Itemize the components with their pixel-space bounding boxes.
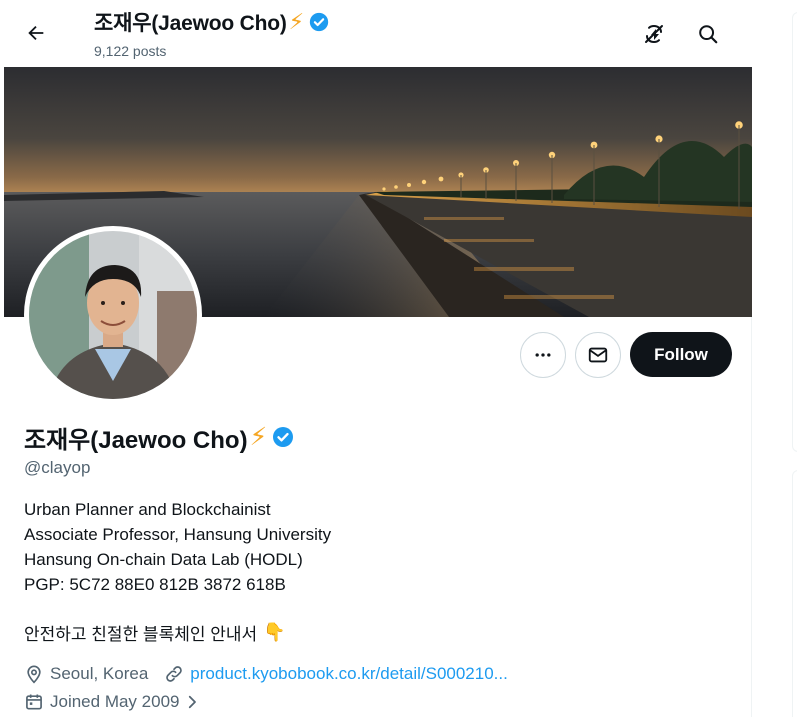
- profile-header: 조재우(Jaewoo Cho) ⚡ 9,122 posts: [4, 0, 752, 67]
- lightning-emoji-icon: ⚡: [249, 422, 268, 451]
- profile-bio: Urban Planner and Blockchainist Associat…: [24, 497, 331, 597]
- bio-line: Associate Professor, Hansung University: [24, 525, 332, 544]
- joined-text: Joined May 2009: [50, 692, 180, 711]
- message-button[interactable]: [575, 332, 621, 378]
- location-item: Seoul, Korea: [24, 664, 148, 684]
- profile-meta-joined: Joined May 2009: [24, 688, 223, 716]
- location-icon: [27, 665, 41, 684]
- profile-name: 조재우(Jaewoo Cho): [24, 426, 248, 454]
- bio-line: Urban Planner and Blockchainist: [24, 500, 271, 519]
- chevron-right-icon: [189, 695, 197, 709]
- search-button[interactable]: [690, 16, 726, 52]
- right-sidebar-card: [792, 470, 797, 717]
- website-item: product.kyobobook.co.kr/detail/S000210..…: [164, 664, 508, 684]
- profile-column: 조재우(Jaewoo Cho) ⚡ 9,122 posts Follow 조재우…: [4, 0, 752, 717]
- right-sidebar-card: [792, 12, 797, 452]
- profile-name-row: 조재우(Jaewoo Cho) ⚡: [24, 420, 295, 454]
- header-title-row: 조재우(Jaewoo Cho) ⚡: [94, 6, 330, 38]
- bio-korean: 안전하고 친절한 블록체인 안내서: [24, 625, 258, 644]
- bio-line: PGP: 5C72 88E0 812B 3872 618B: [24, 575, 286, 594]
- post-count: 9,122 posts: [94, 43, 167, 59]
- search-icon: [699, 25, 718, 44]
- location-text: Seoul, Korea: [50, 664, 149, 683]
- verified-badge-icon: [308, 11, 330, 33]
- no-premium-icon: [645, 24, 663, 44]
- website-link[interactable]: product.kyobobook.co.kr/detail/S000210..…: [190, 664, 508, 684]
- back-button[interactable]: [18, 15, 54, 51]
- profile-avatar[interactable]: [24, 226, 202, 404]
- header-title: 조재우(Jaewoo Cho): [94, 12, 287, 35]
- premium-button[interactable]: [636, 16, 672, 52]
- back-arrow-icon: [28, 25, 44, 41]
- verified-badge-icon[interactable]: [271, 425, 295, 449]
- link-icon: [166, 666, 183, 682]
- more-icon: [535, 353, 551, 357]
- profile-meta: Seoul, Korea product.kyobobook.co.kr/det…: [24, 660, 524, 688]
- avatar-image: [29, 231, 197, 399]
- joined-item[interactable]: Joined May 2009: [24, 692, 207, 712]
- follow-button[interactable]: Follow: [630, 332, 732, 377]
- bio-korean-row: 안전하고 친절한 블록체인 안내서 👇: [24, 620, 286, 645]
- calendar-icon: [26, 694, 42, 710]
- more-button[interactable]: [520, 332, 566, 378]
- lightning-emoji-icon: ⚡: [288, 9, 305, 34]
- pointing-down-emoji-icon: 👇: [263, 622, 286, 642]
- message-icon: [588, 347, 608, 363]
- bio-line: Hansung On-chain Data Lab (HODL): [24, 550, 303, 569]
- profile-handle: @clayop: [24, 458, 91, 477]
